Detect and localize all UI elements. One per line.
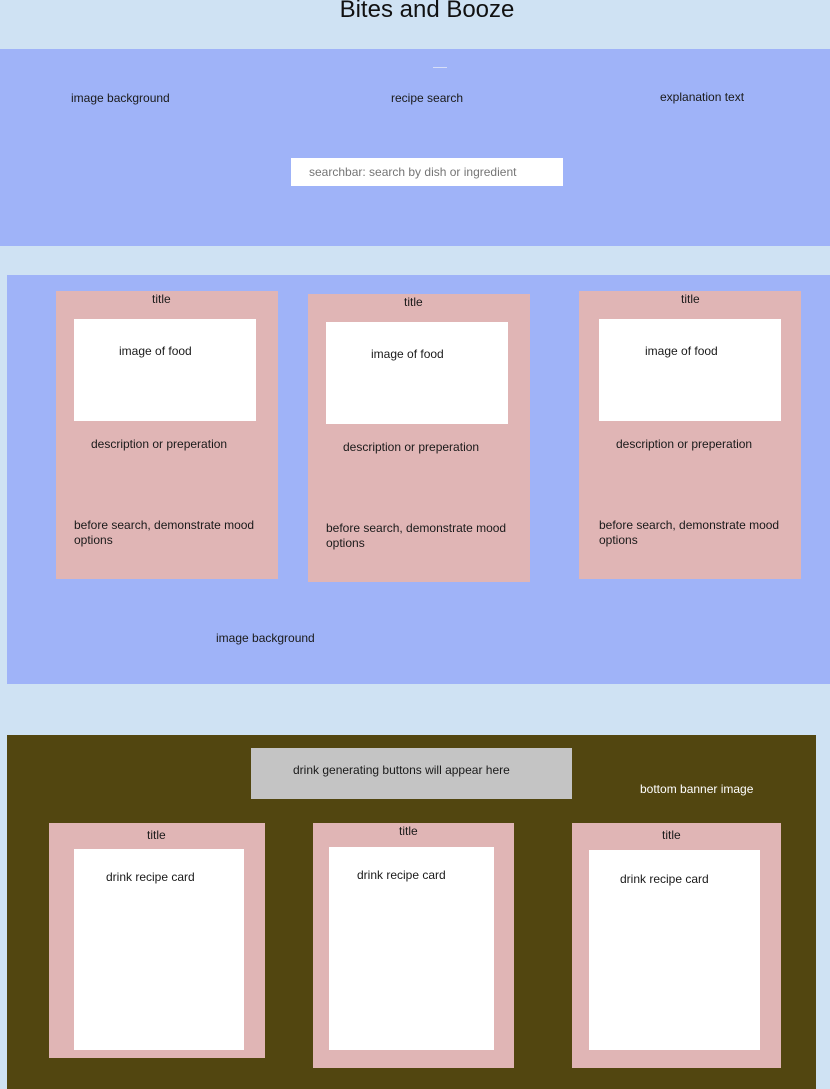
food-card-description: description or preperation [91,437,228,451]
drink-card[interactable]: title drink recipe card [313,823,514,1068]
drink-recipe-card-label: drink recipe card [620,872,709,886]
hero-section [0,49,830,246]
drink-card[interactable]: title drink recipe card [572,823,781,1068]
food-card-title: title [152,292,171,306]
drink-recipe-card-label: drink recipe card [357,868,446,882]
drink-buttons-placeholder: drink generating buttons will appear her… [251,748,572,799]
drink-recipe-card: drink recipe card [329,847,494,1050]
food-image-placeholder: image of food [74,319,256,421]
food-card-mood-options: before search, demonstrate mood options [326,521,507,550]
food-card[interactable]: title image of food description or prepe… [308,294,530,582]
food-card-mood-options: before search, demonstrate mood options [599,518,780,547]
page-title: Bites and Booze [339,0,515,23]
food-card-description: description or preperation [616,437,753,451]
drink-recipe-card: drink recipe card [74,849,244,1050]
food-card[interactable]: title image of food description or prepe… [56,291,278,579]
drink-card-title: title [147,828,166,842]
drink-recipe-card: drink recipe card [589,850,760,1050]
search-input[interactable] [291,158,563,186]
drink-card[interactable]: title drink recipe card [49,823,265,1058]
food-image-label: image of food [645,344,718,358]
food-card-title: title [404,295,423,309]
food-image-background-label: image background [216,631,315,645]
explanation-text-label: explanation text [660,90,745,104]
food-card-mood-options: before search, demonstrate mood options [74,518,255,547]
drink-card-title: title [662,828,681,842]
food-card[interactable]: title image of food description or prepe… [579,291,801,579]
food-image-label: image of food [119,344,192,358]
food-image-label: image of food [371,347,444,361]
hero-image-background-label: image background [71,91,170,105]
food-image-placeholder: image of food [599,319,781,421]
food-image-placeholder: image of food [326,322,508,424]
drink-card-title: title [399,824,418,838]
bottom-banner-label: bottom banner image [640,782,754,796]
food-card-description: description or preperation [343,440,480,454]
food-card-title: title [681,292,700,306]
recipe-search-label: recipe search [391,91,464,105]
drink-recipe-card-label: drink recipe card [106,870,195,884]
hero-divider [433,67,447,68]
